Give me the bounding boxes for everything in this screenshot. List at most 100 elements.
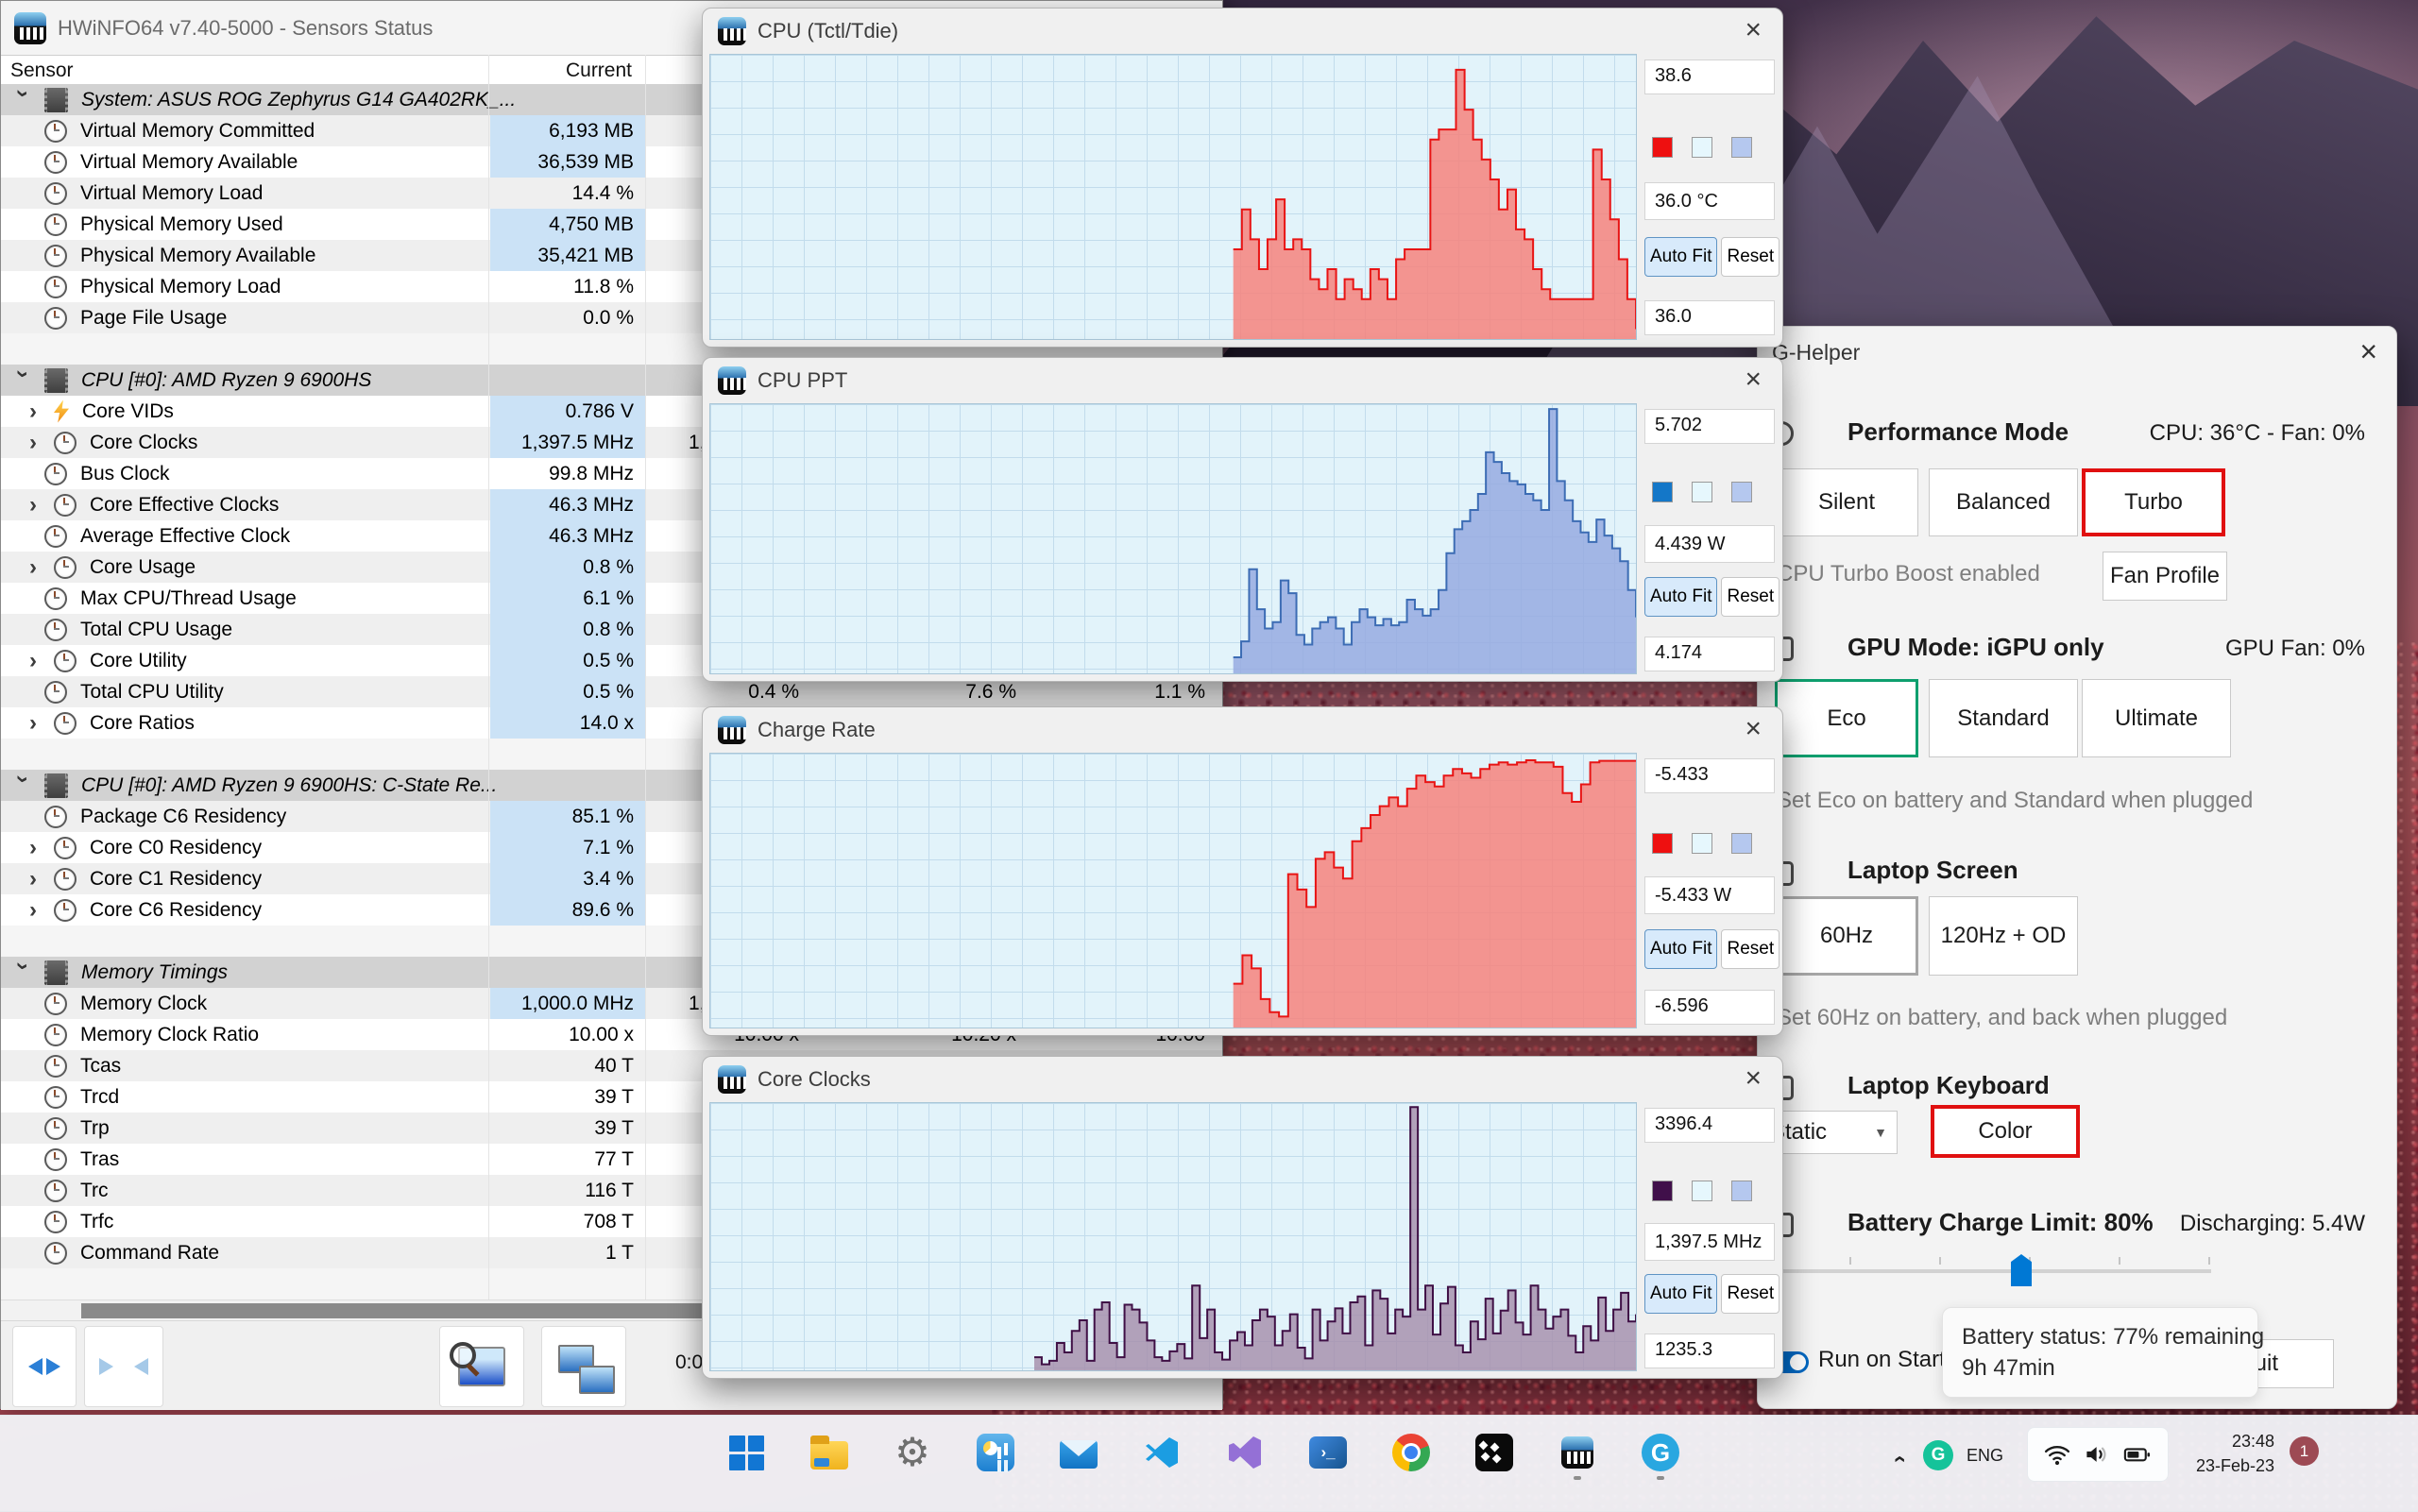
sensor-value: 10.00 x: [569, 1023, 634, 1045]
clock-icon: [44, 212, 67, 236]
graph-plot-area: [709, 753, 1637, 1028]
expand-chevron-icon[interactable]: ›: [29, 555, 44, 578]
notification-badge[interactable]: 1: [2290, 1436, 2319, 1466]
expand-chevron-icon[interactable]: ›: [29, 867, 44, 890]
taskbar-item-visual-studio[interactable]: [1224, 1423, 1266, 1482]
series-color-swatch[interactable]: [1652, 136, 1673, 158]
taskbar-item-powershell[interactable]: ›_: [1307, 1423, 1349, 1482]
taskbar-item-vscode[interactable]: [1141, 1423, 1183, 1482]
sensor-label: Physical Memory Load: [80, 275, 281, 297]
tray-overflow-chevron[interactable]: ‹: [1883, 1442, 1917, 1476]
expand-chevron-icon[interactable]: ›: [29, 649, 44, 671]
sensor-label: Bus Clock: [80, 462, 170, 484]
quick-settings-group[interactable]: [2027, 1427, 2169, 1482]
graph-titlebar[interactable]: Charge Rate ×: [703, 707, 1782, 753]
background-color-swatch[interactable]: [1692, 832, 1712, 854]
reset-button[interactable]: Reset: [1721, 928, 1780, 969]
sensor-value: 7.1 %: [490, 832, 645, 863]
taskbar-item-settings[interactable]: ⚙: [892, 1423, 933, 1482]
perf-turbo-button[interactable]: Turbo: [2082, 468, 2225, 536]
windows-start-icon: [728, 1435, 764, 1470]
graph-titlebar[interactable]: CPU (Tctl/Tdie) ×: [703, 8, 1782, 54]
close-icon[interactable]: ×: [1745, 364, 1762, 396]
close-icon[interactable]: ×: [1745, 713, 1762, 745]
collapse-chevron-icon[interactable]: ›: [9, 370, 36, 391]
gpu-eco-button[interactable]: Eco: [1775, 679, 1918, 757]
taskbar-item-tidal[interactable]: [1473, 1423, 1515, 1482]
close-icon[interactable]: ×: [1745, 1062, 1762, 1095]
screen-60hz-button[interactable]: 60Hz: [1775, 896, 1918, 976]
background-color-swatch[interactable]: [1692, 136, 1712, 158]
grid-color-swatch[interactable]: [1731, 482, 1752, 503]
language-indicator[interactable]: ENG: [1967, 1446, 2003, 1466]
graph-max-value: 5.702: [1644, 408, 1775, 444]
clock-icon: [44, 618, 67, 641]
graph-titlebar[interactable]: CPU PPT ×: [703, 358, 1782, 403]
clock-icon: [54, 649, 77, 672]
keyboard-color-button[interactable]: Color: [1931, 1105, 2080, 1158]
expand-chevron-icon[interactable]: ›: [29, 493, 44, 516]
series-color-swatch[interactable]: [1652, 482, 1673, 503]
gpu-standard-button[interactable]: Standard: [1929, 679, 2078, 757]
taskbar-item-chrome[interactable]: [1390, 1423, 1432, 1482]
sensor-value: 0.5 %: [490, 645, 645, 676]
gpu-ultimate-button[interactable]: Ultimate: [2082, 679, 2231, 757]
battery-limit-slider-track[interactable]: [1775, 1269, 2211, 1273]
grammarly-tray-icon[interactable]: G: [1923, 1440, 1953, 1470]
screen-120hz-button[interactable]: 120Hz + OD: [1929, 896, 2078, 976]
expand-chevron-icon[interactable]: ›: [29, 898, 44, 921]
remote-monitoring-button[interactable]: [541, 1326, 626, 1407]
grid-color-swatch[interactable]: [1731, 1180, 1752, 1201]
arrow-left-icon: [20, 1358, 43, 1375]
grid-color-swatch[interactable]: [1731, 832, 1752, 854]
close-icon[interactable]: ×: [1745, 14, 1762, 46]
sensor-value: 4,750 MB: [490, 209, 645, 240]
series-color-swatch[interactable]: [1652, 832, 1673, 854]
expand-chevron-icon[interactable]: ›: [29, 836, 44, 858]
graph-titlebar[interactable]: Core Clocks ×: [703, 1057, 1782, 1102]
graph-plot-area: [709, 403, 1637, 674]
auto-fit-button[interactable]: Auto Fit: [1644, 1274, 1718, 1315]
perf-silent-button[interactable]: Silent: [1775, 468, 1918, 536]
sensor-label: Core C1 Residency: [90, 867, 263, 890]
sensor-value: 708 T: [583, 1210, 634, 1232]
series-color-swatch[interactable]: [1652, 1180, 1673, 1201]
expand-all-button[interactable]: [12, 1326, 77, 1407]
reset-button[interactable]: Reset: [1721, 236, 1780, 277]
collapse-chevron-icon[interactable]: ›: [9, 775, 36, 796]
expand-chevron-icon[interactable]: ›: [29, 711, 44, 734]
taskbar-item-system-monitor[interactable]: [975, 1423, 1016, 1482]
taskbar-item-hwinfo[interactable]: [1557, 1423, 1598, 1482]
grid-color-swatch[interactable]: [1731, 136, 1752, 158]
clock-icon: [44, 119, 67, 143]
expand-chevron-icon[interactable]: ›: [29, 431, 44, 453]
auto-fit-button[interactable]: Auto Fit: [1644, 236, 1718, 277]
collapse-all-button[interactable]: [84, 1326, 163, 1407]
auto-fit-button[interactable]: Auto Fit: [1644, 576, 1718, 617]
taskbar-item-start[interactable]: [725, 1423, 767, 1482]
slider-tick: [1849, 1257, 1851, 1265]
gpu-mode-heading: GPU Mode: iGPU only: [1848, 633, 2104, 661]
sensor-value: 0.5 %: [490, 676, 645, 707]
auto-fit-button[interactable]: Auto Fit: [1644, 928, 1718, 969]
close-icon[interactable]: ×: [2359, 334, 2377, 369]
chevron-down-icon: ▼: [1874, 1125, 1887, 1140]
column-header-sensor[interactable]: Sensor: [10, 59, 74, 82]
taskbar-item-ghelper[interactable]: G: [1640, 1423, 1681, 1482]
background-color-swatch[interactable]: [1692, 1180, 1712, 1201]
expand-chevron-icon[interactable]: ›: [29, 399, 44, 422]
reset-button[interactable]: Reset: [1721, 576, 1780, 617]
column-header-current[interactable]: Current: [490, 59, 632, 82]
perf-balanced-button[interactable]: Balanced: [1929, 468, 2078, 536]
reset-button[interactable]: Reset: [1721, 1274, 1780, 1315]
hwinfo-logo-icon: [14, 11, 46, 44]
screen-capture-button[interactable]: [439, 1326, 524, 1407]
taskbar-item-explorer[interactable]: [809, 1423, 850, 1482]
collapse-chevron-icon[interactable]: ›: [9, 962, 36, 983]
ghelper-window-title: G-Helper: [1772, 340, 1861, 365]
clock-date[interactable]: 23:48 23-Feb-23: [2180, 1429, 2274, 1478]
taskbar-item-mail[interactable]: [1058, 1423, 1099, 1482]
background-color-swatch[interactable]: [1692, 482, 1712, 503]
fan-profile-button[interactable]: Fan Profile: [2103, 552, 2227, 601]
collapse-chevron-icon[interactable]: ›: [9, 90, 36, 110]
